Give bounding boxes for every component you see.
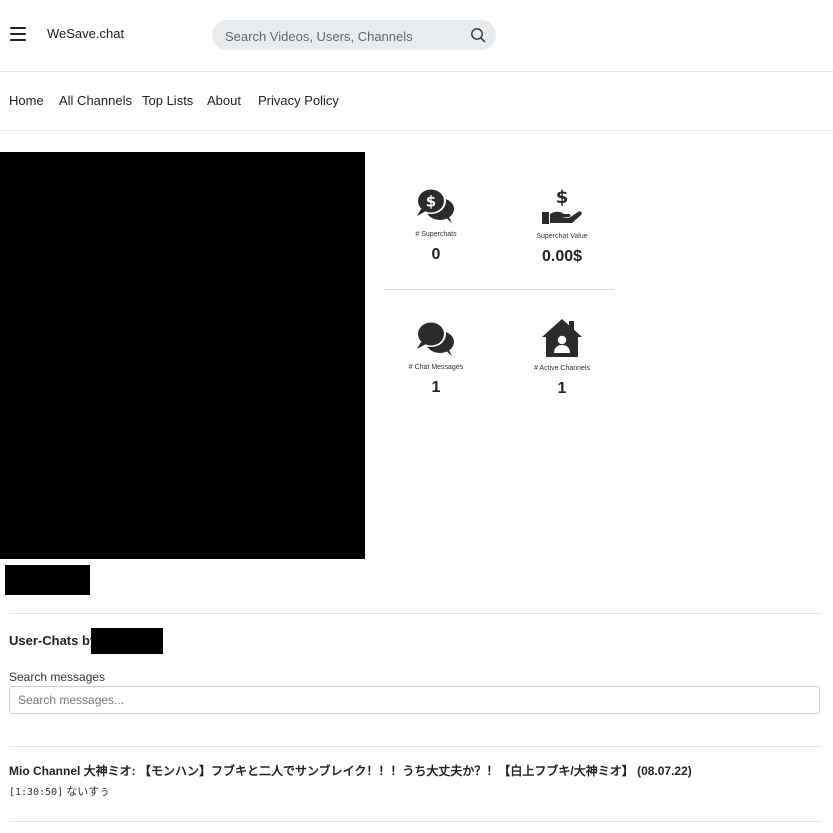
brand-logo[interactable]: WeSave.chat — [47, 26, 124, 41]
chat-divider-top — [9, 746, 822, 747]
chat-bubbles-icon — [416, 321, 454, 356]
profile-banner-redacted — [0, 152, 365, 559]
message-search-input[interactable] — [9, 686, 820, 714]
user-chats-title: User-Chats by — [9, 633, 98, 648]
main-nav: Home All Channels Top Lists About Privac… — [0, 72, 833, 131]
chat-message-text: ないすぅ — [66, 786, 110, 798]
chat-timestamp[interactable]: [1:30:50] — [9, 787, 63, 798]
chat-video-title[interactable]: Mio Channel 大神ミオ: 【モンハン】フブキと二人でサンブレイク！！！… — [9, 762, 692, 779]
section-divider — [9, 613, 822, 614]
stat-active-channels-value: 1 — [557, 380, 567, 397]
stat-chat-messages-label: # Chat Messages — [408, 364, 464, 371]
money-chat-icon: $ — [416, 188, 454, 223]
global-search-input[interactable] — [223, 20, 467, 52]
stat-superchat-value-label: Superchat Value — [536, 233, 588, 240]
stat-chat-messages: # Chat Messages 1 — [376, 319, 496, 397]
chat-divider-bottom — [9, 821, 822, 822]
nav-about[interactable]: About — [207, 93, 241, 108]
stat-active-channels-label: # Active Channels — [533, 365, 591, 372]
stat-active-channels: # Active Channels 1 — [502, 318, 622, 398]
top-bar: WeSave.chat — [0, 0, 833, 72]
nav-privacy-policy[interactable]: Privacy Policy — [258, 93, 339, 108]
nav-top-lists[interactable]: Top Lists — [142, 93, 193, 108]
stat-superchat-value: $ Superchat Value 0.00$ — [502, 186, 622, 266]
stat-superchats-value: 0 — [431, 246, 441, 263]
menu-icon[interactable] — [10, 27, 26, 43]
svg-text:$: $ — [556, 187, 569, 208]
house-user-icon — [542, 319, 582, 357]
user-name-redacted — [91, 628, 163, 654]
stat-superchat-value-value: 0.00$ — [541, 248, 583, 265]
stat-superchats-label: # Superchats — [415, 231, 457, 238]
message-search-label: Search messages — [9, 670, 106, 684]
stat-chat-messages-value: 1 — [431, 379, 441, 396]
global-search — [212, 20, 496, 52]
nav-home[interactable]: Home — [9, 93, 44, 108]
search-icon[interactable] — [470, 27, 486, 43]
svg-text:$: $ — [426, 193, 436, 211]
chat-message: [1:30:50] ないすぅ — [9, 783, 110, 799]
stats-divider — [383, 289, 614, 290]
profile-name-redacted — [5, 565, 90, 595]
nav-all-channels[interactable]: All Channels — [59, 93, 132, 108]
hand-dollar-icon: $ — [542, 187, 582, 224]
stat-superchats: $ # Superchats 0 — [376, 186, 496, 264]
